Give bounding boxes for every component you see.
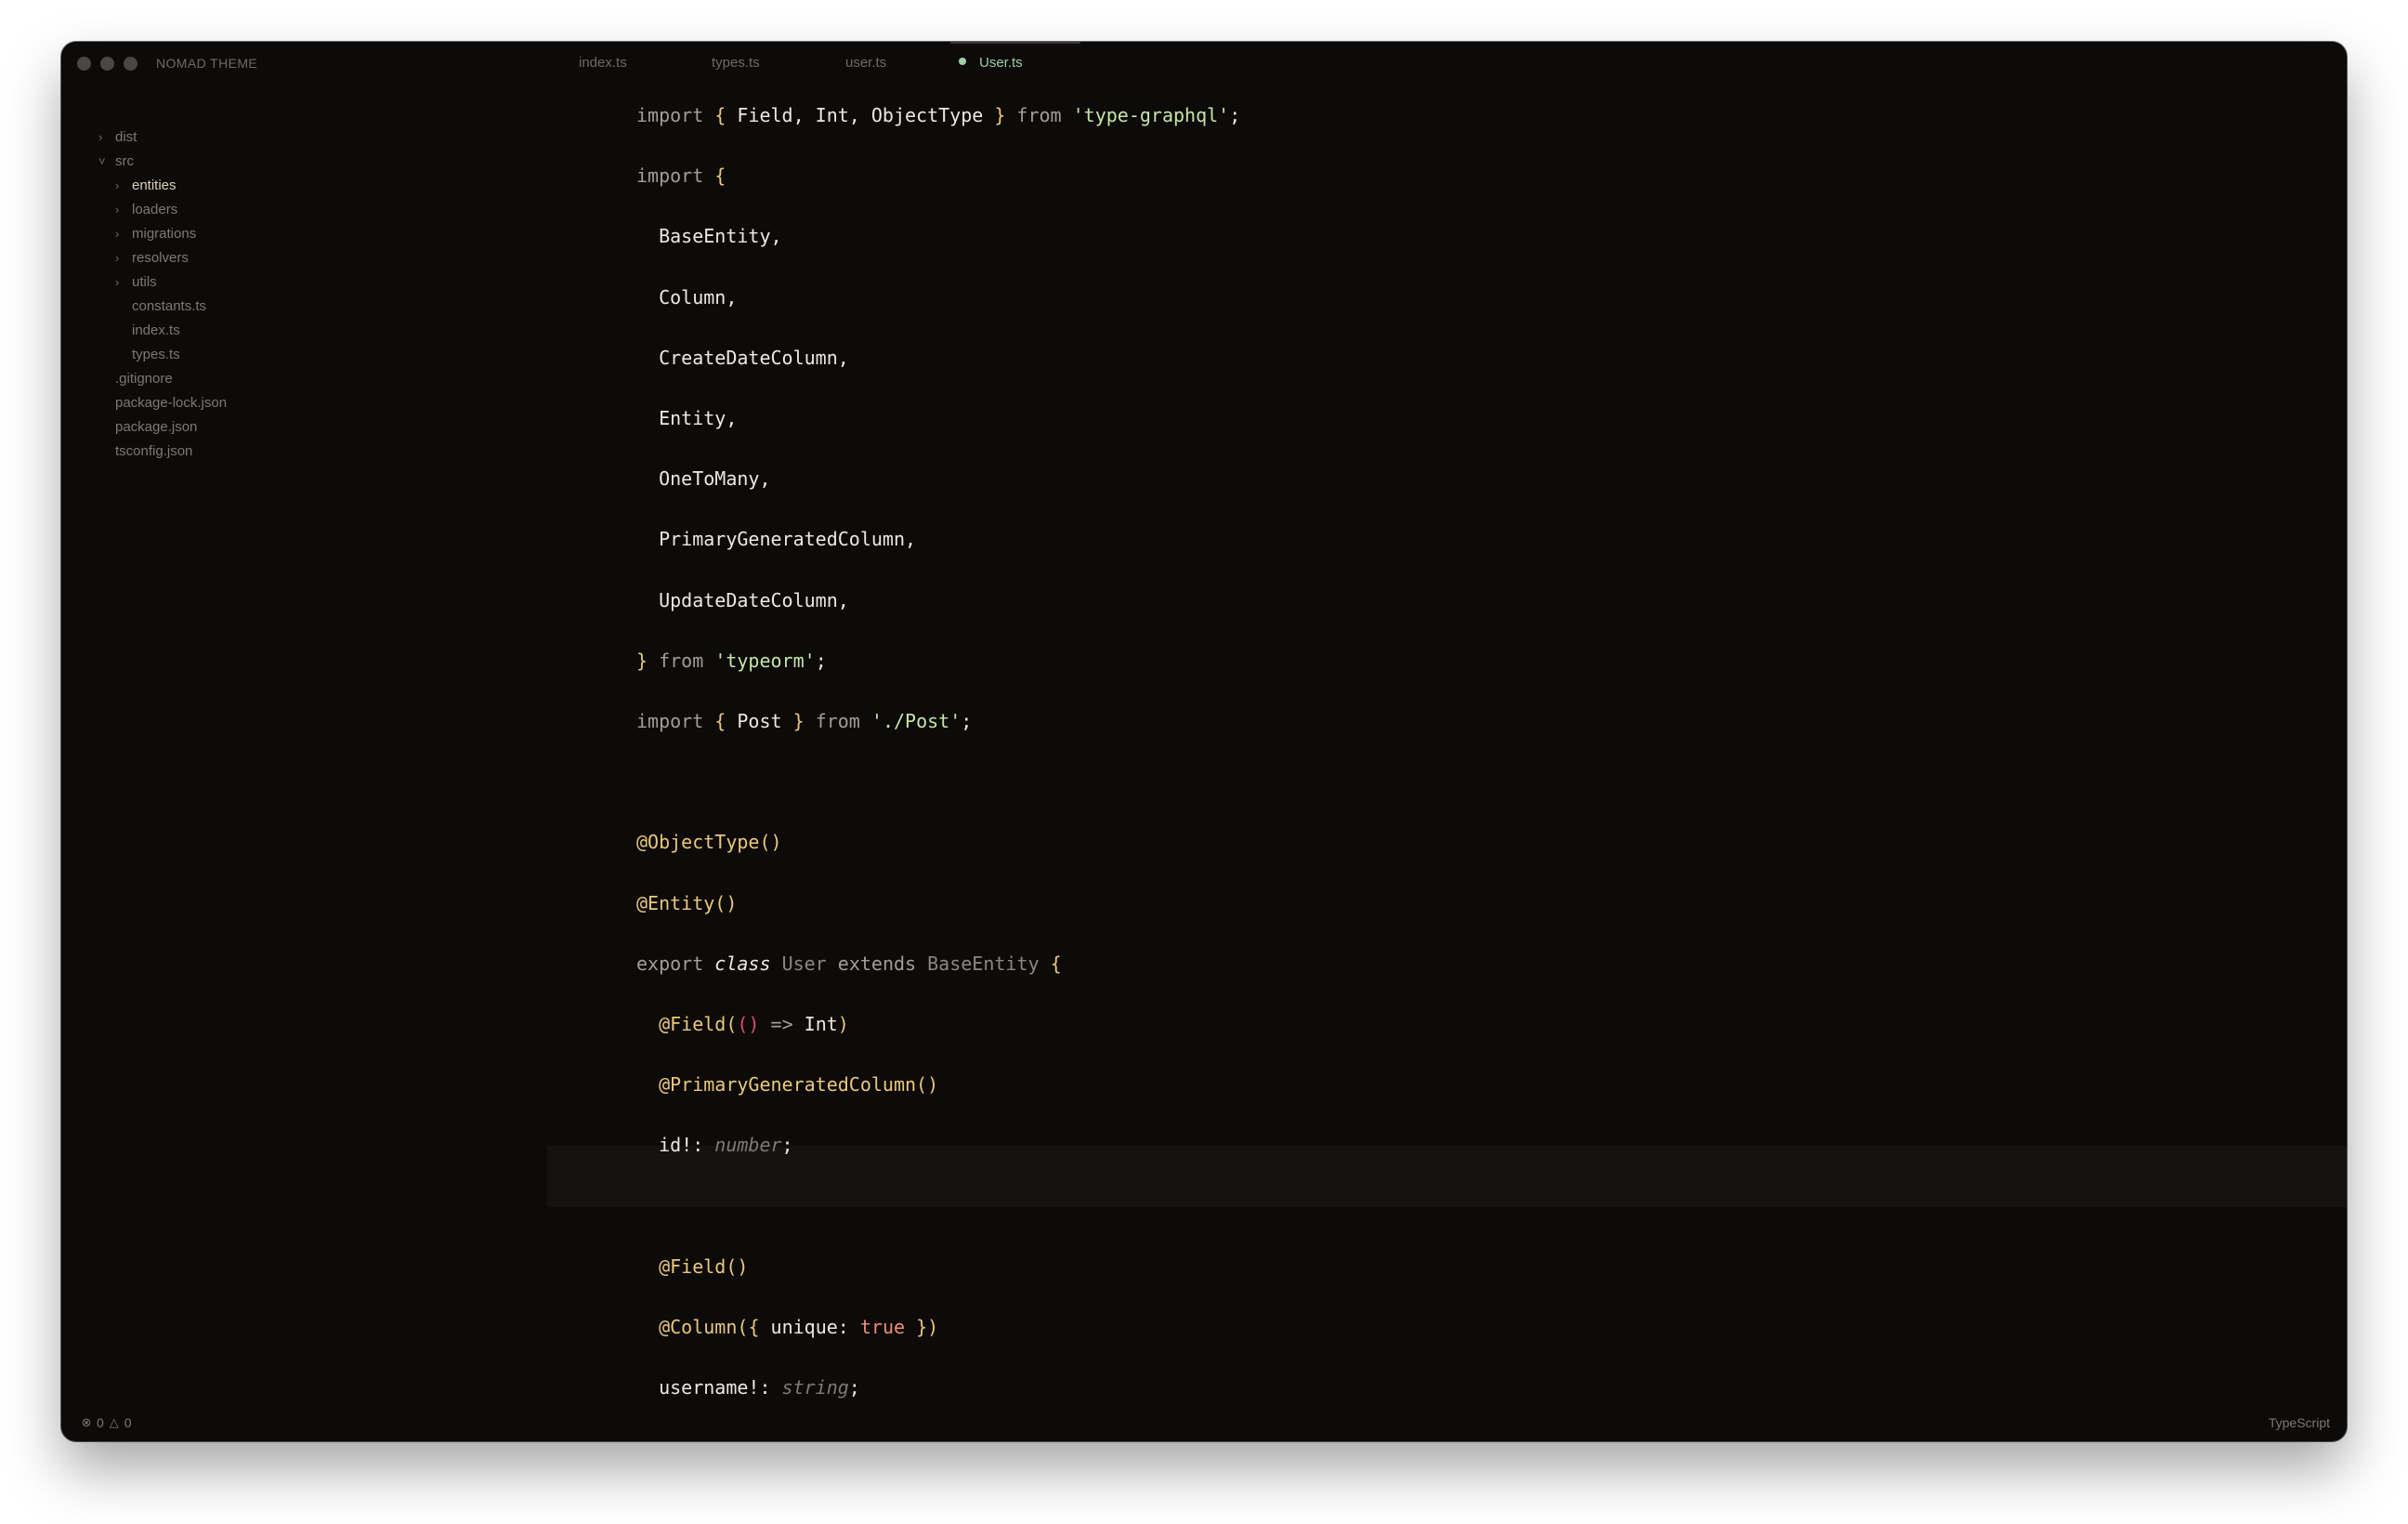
maximize-window-button[interactable] (124, 57, 137, 71)
app-title: NOMAD THEME (156, 56, 258, 71)
chevron-right-icon: › (115, 251, 120, 265)
status-bar: ⊗ 0 △ 0 TypeScript (61, 1404, 2347, 1441)
code-line[interactable]: UpdateDateColumn, (636, 586, 849, 614)
title-bar: NOMAD THEME index.ts types.ts user.ts Us… (61, 42, 2347, 86)
tree-item-gitignore[interactable]: .gitignore (115, 367, 173, 391)
code-line[interactable]: @Entity() (636, 889, 737, 917)
code-line[interactable]: @Column({ unique: true }) (636, 1313, 938, 1341)
tree-item-label: src (115, 153, 134, 169)
warning-icon: △ (109, 1415, 119, 1429)
chevron-right-icon: › (115, 227, 120, 241)
tab-label: types.ts (712, 55, 760, 71)
tree-item-package-json[interactable]: package.json (115, 415, 197, 440)
code-line[interactable]: } from 'typeorm'; (636, 647, 827, 675)
code-line[interactable]: @Field() (636, 1253, 748, 1281)
tree-item-resolvers[interactable]: › resolvers (115, 246, 189, 270)
language-mode[interactable]: TypeScript (2269, 1415, 2330, 1430)
tree-item-label: .gitignore (115, 371, 173, 387)
active-tab-indicator (950, 42, 1080, 44)
code-line[interactable]: import { Field, Int, ObjectType } from '… (636, 101, 1240, 129)
tree-item-src[interactable]: ˅ src (98, 150, 134, 174)
close-window-button[interactable] (77, 57, 91, 71)
tab-label: User.ts (979, 55, 1023, 71)
code-editor[interactable]: import { Field, Int, ObjectType } from '… (487, 86, 2347, 1404)
minimize-window-button[interactable] (100, 57, 114, 71)
error-icon: ⊗ (81, 1415, 92, 1429)
tree-item-utils[interactable]: › utils (115, 270, 157, 295)
problems-indicator[interactable]: ⊗ 0 △ 0 (80, 1415, 132, 1430)
tab-index-ts[interactable]: index.ts (579, 55, 627, 71)
tree-item-label: tsconfig.json (115, 443, 193, 459)
tree-item-label: constants.ts (132, 298, 207, 314)
tree-item-types-ts[interactable]: types.ts (132, 343, 180, 367)
tree-item-entities[interactable]: › entities (115, 174, 177, 198)
window-controls (77, 57, 137, 71)
tree-item-label: types.ts (132, 347, 180, 362)
tree-item-label: dist (115, 129, 137, 145)
code-line[interactable]: Column, (636, 283, 737, 311)
code-line[interactable]: @ObjectType() (636, 828, 782, 856)
tree-item-index-ts[interactable]: index.ts (132, 319, 180, 343)
tree-item-dist[interactable]: › dist (98, 125, 137, 150)
code-line[interactable]: import { Post } from './Post'; (636, 707, 972, 735)
code-line[interactable]: PrimaryGeneratedColumn, (636, 525, 916, 553)
tree-item-label: utils (132, 274, 157, 290)
tree-item-migrations[interactable]: › migrations (115, 222, 196, 246)
chevron-right-icon: › (115, 275, 120, 289)
tree-item-package-lock-json[interactable]: package-lock.json (115, 391, 227, 415)
code-line[interactable]: @PrimaryGeneratedColumn() (636, 1071, 938, 1098)
tree-item-constants-ts[interactable]: constants.ts (132, 295, 206, 319)
chevron-right-icon: › (98, 130, 103, 144)
file-explorer: › dist ˅ src › entities › loaders › migration… (61, 86, 507, 1404)
editor-window: NOMAD THEME index.ts types.ts user.ts Us… (61, 42, 2347, 1441)
tree-item-label: package-lock.json (115, 395, 228, 411)
tab-user-ts[interactable]: user.ts (845, 55, 886, 71)
tab-user-ts-active[interactable]: User.ts (959, 55, 1023, 71)
tree-item-label: migrations (132, 226, 197, 242)
code-line[interactable]: OneToMany, (636, 465, 770, 493)
code-line[interactable]: @Field(() => Int) (636, 1010, 849, 1038)
chevron-right-icon: › (115, 178, 120, 192)
tree-item-label: loaders (132, 202, 178, 217)
tree-item-label: index.ts (132, 322, 180, 338)
code-line[interactable]: import { (636, 162, 726, 190)
chevron-right-icon: › (115, 203, 120, 217)
code-line[interactable]: username!: string; (636, 1373, 860, 1401)
code-line[interactable]: export class User extends BaseEntity { (636, 950, 1062, 978)
tab-label: index.ts (579, 55, 627, 71)
tree-item-label: package.json (115, 419, 198, 435)
code-line[interactable]: BaseEntity, (636, 222, 781, 250)
tree-item-tsconfig-json[interactable]: tsconfig.json (115, 440, 192, 464)
unsaved-dot-icon (959, 58, 966, 65)
error-count: 0 (97, 1415, 104, 1430)
code-line[interactable]: id!: number; (636, 1131, 793, 1159)
code-line[interactable]: CreateDateColumn, (636, 344, 849, 372)
current-line-highlight (547, 1146, 2347, 1207)
tree-item-loaders[interactable]: › loaders (115, 198, 177, 222)
warning-count: 0 (124, 1415, 132, 1430)
chevron-down-icon: ˅ (98, 154, 106, 168)
tab-types-ts[interactable]: types.ts (712, 55, 760, 71)
code-line[interactable]: Entity, (636, 404, 737, 432)
tree-item-label: entities (132, 177, 177, 193)
tab-label: user.ts (845, 55, 887, 71)
tree-item-label: resolvers (132, 250, 189, 266)
